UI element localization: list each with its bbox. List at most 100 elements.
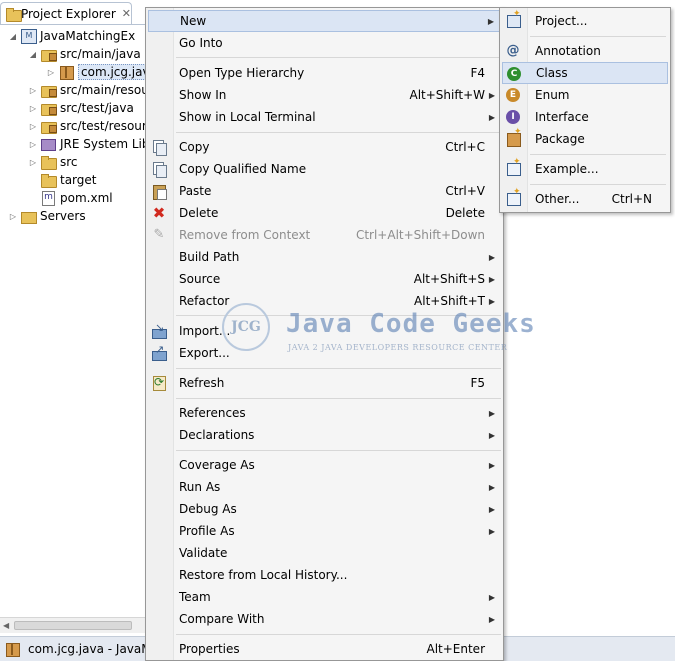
library-icon <box>40 137 56 151</box>
menu-item-label: Example... <box>535 162 599 176</box>
menu-item-shortcut: Alt+Shift+T <box>414 294 485 308</box>
menu-item-build-path[interactable]: Build Path ▶ <box>148 246 501 268</box>
tree-item-label: target <box>60 173 97 187</box>
menu-item-label: Refresh <box>179 376 225 390</box>
collapsed-arrow-icon[interactable]: ▷ <box>28 86 38 95</box>
menu-item-compare-with[interactable]: Compare With ▶ <box>148 608 501 630</box>
menu-item-copy-qualified-name[interactable]: Copy Qualified Name <box>148 158 501 180</box>
submenu-arrow-icon: ▶ <box>488 252 495 262</box>
menu-item-shortcut: Alt+Enter <box>426 642 485 656</box>
menu-item-export[interactable]: Export... <box>148 342 501 364</box>
menu-item-coverage-as[interactable]: Coverage As ▶ <box>148 454 501 476</box>
menu-item-properties[interactable]: Properties Alt+Enter <box>148 638 501 660</box>
tree-item-javamatchingex[interactable]: ◢ JavaMatchingEx <box>8 27 135 45</box>
submenu-arrow-icon: ▶ <box>488 482 495 492</box>
collapsed-arrow-icon[interactable]: ▷ <box>8 212 18 221</box>
submenu-item-annotation[interactable]: @ Annotation <box>502 40 668 62</box>
menu-item-label: Enum <box>535 88 570 102</box>
new-submenu: Project... @ Annotation Class Enum Inter… <box>499 7 671 213</box>
menu-item-source[interactable]: Source Alt+Shift+S ▶ <box>148 268 501 290</box>
menu-item-new[interactable]: New ▶ <box>148 10 501 32</box>
submenu-item-interface[interactable]: Interface <box>502 106 668 128</box>
submenu-arrow-icon: ▶ <box>488 592 495 602</box>
collapsed-arrow-icon[interactable]: ▷ <box>28 122 38 131</box>
class-icon <box>506 66 522 82</box>
tree-item-label: JavaMatchingEx <box>40 29 136 43</box>
tree-item-src-test-java[interactable]: ▷ src/test/java <box>28 99 134 117</box>
menu-item-refresh[interactable]: Refresh F5 <box>148 372 501 394</box>
menu-item-label: Refactor <box>179 294 230 308</box>
project-explorer-icon <box>5 7 22 22</box>
menu-item-delete[interactable]: ✖ Delete Delete <box>148 202 501 224</box>
tree-item-servers[interactable]: ▷ Servers <box>8 207 86 225</box>
menu-item-label: Copy Qualified Name <box>179 162 307 176</box>
submenu-item-project[interactable]: Project... <box>502 9 668 32</box>
project-explorer-tab-label: Project Explorer <box>20 6 116 21</box>
new-project-icon <box>505 9 521 29</box>
submenu-item-other[interactable]: Other... Ctrl+N <box>502 187 668 210</box>
submenu-item-enum[interactable]: Enum <box>502 84 668 106</box>
menu-item-label: Properties <box>179 642 240 656</box>
collapsed-arrow-icon[interactable]: ▷ <box>46 68 56 77</box>
project-explorer-tab[interactable]: Project Explorer ✕ <box>0 2 132 24</box>
collapsed-arrow-icon[interactable]: ▷ <box>28 140 38 149</box>
menu-item-label: Restore from Local History... <box>179 568 348 582</box>
folder-icon <box>40 173 57 188</box>
menu-item-shortcut: Ctrl+V <box>445 184 485 198</box>
menu-item-label: New <box>180 14 207 28</box>
menu-item-label: Remove from Context <box>179 228 311 242</box>
menu-item-refactor[interactable]: Refactor Alt+Shift+T ▶ <box>148 290 501 312</box>
submenu-item-class[interactable]: Class <box>502 62 668 84</box>
menu-item-validate[interactable]: Validate <box>148 542 501 564</box>
menu-item-label: Project... <box>535 14 588 28</box>
menu-item-label: Source <box>179 272 221 286</box>
menu-item-show-in[interactable]: Show In Alt+Shift+W ▶ <box>148 84 501 106</box>
submenu-item-example[interactable]: Example... <box>502 157 668 180</box>
menu-item-copy[interactable]: Copy Ctrl+C <box>148 136 501 158</box>
source-folder-icon <box>40 47 57 62</box>
maven-project-icon <box>20 29 37 44</box>
submenu-item-package[interactable]: Package <box>502 127 668 150</box>
tree-item-target[interactable]: target <box>40 171 97 189</box>
tree-item-pom-xml[interactable]: pom.xml <box>40 189 113 207</box>
menu-item-label: Profile As <box>179 524 235 538</box>
tree-item-src-main-java[interactable]: ◢ src/main/java <box>28 45 141 63</box>
menu-item-references[interactable]: References ▶ <box>148 402 501 424</box>
menu-item-show-in-local-terminal[interactable]: Show in Local Terminal ▶ <box>148 106 501 128</box>
menu-separator <box>176 634 501 635</box>
folder-icon <box>40 155 57 170</box>
menu-item-label: Validate <box>179 546 228 560</box>
collapsed-arrow-icon[interactable]: ▷ <box>28 158 38 167</box>
export-icon <box>151 343 167 361</box>
menu-item-go-into[interactable]: Go Into <box>148 32 501 54</box>
tree-item-label: Servers <box>40 209 86 223</box>
menu-item-label: Show in Local Terminal <box>179 110 316 124</box>
menu-item-shortcut: Ctrl+N <box>611 192 652 206</box>
menu-separator <box>176 57 501 58</box>
tree-item-label: pom.xml <box>60 191 113 205</box>
horizontal-scrollbar[interactable]: ◀ <box>0 617 145 633</box>
menu-item-profile-as[interactable]: Profile As ▶ <box>148 520 501 542</box>
tree-item-label: src/main/java <box>60 47 141 61</box>
tree-item-com-jcg-java[interactable]: ▷ com.jcg.java <box>46 63 160 81</box>
close-icon[interactable]: ✕ <box>122 7 131 20</box>
menu-item-team[interactable]: Team ▶ <box>148 586 501 608</box>
collapsed-arrow-icon[interactable]: ▷ <box>28 104 38 113</box>
menu-item-debug-as[interactable]: Debug As ▶ <box>148 498 501 520</box>
menu-item-declarations[interactable]: Declarations ▶ <box>148 424 501 446</box>
paste-icon <box>151 183 167 200</box>
menu-item-label: Annotation <box>535 44 601 58</box>
menu-item-run-as[interactable]: Run As ▶ <box>148 476 501 498</box>
expanded-arrow-icon[interactable]: ◢ <box>28 50 38 59</box>
menu-item-shortcut: Alt+Shift+S <box>413 272 485 286</box>
tree-item-src[interactable]: ▷ src <box>28 153 78 171</box>
menu-item-import[interactable]: Import... <box>148 320 501 342</box>
menu-item-restore-from-local-history[interactable]: Restore from Local History... <box>148 564 501 586</box>
expanded-arrow-icon[interactable]: ◢ <box>8 32 18 41</box>
menu-item-paste[interactable]: Paste Ctrl+V <box>148 180 501 202</box>
scroll-left-icon[interactable]: ◀ <box>3 621 9 630</box>
enum-icon <box>505 87 521 103</box>
menu-item-open-type-hierarchy[interactable]: Open Type Hierarchy F4 <box>148 62 501 84</box>
menu-item-label: Coverage As <box>179 458 255 472</box>
scrollbar-thumb[interactable] <box>14 621 132 630</box>
